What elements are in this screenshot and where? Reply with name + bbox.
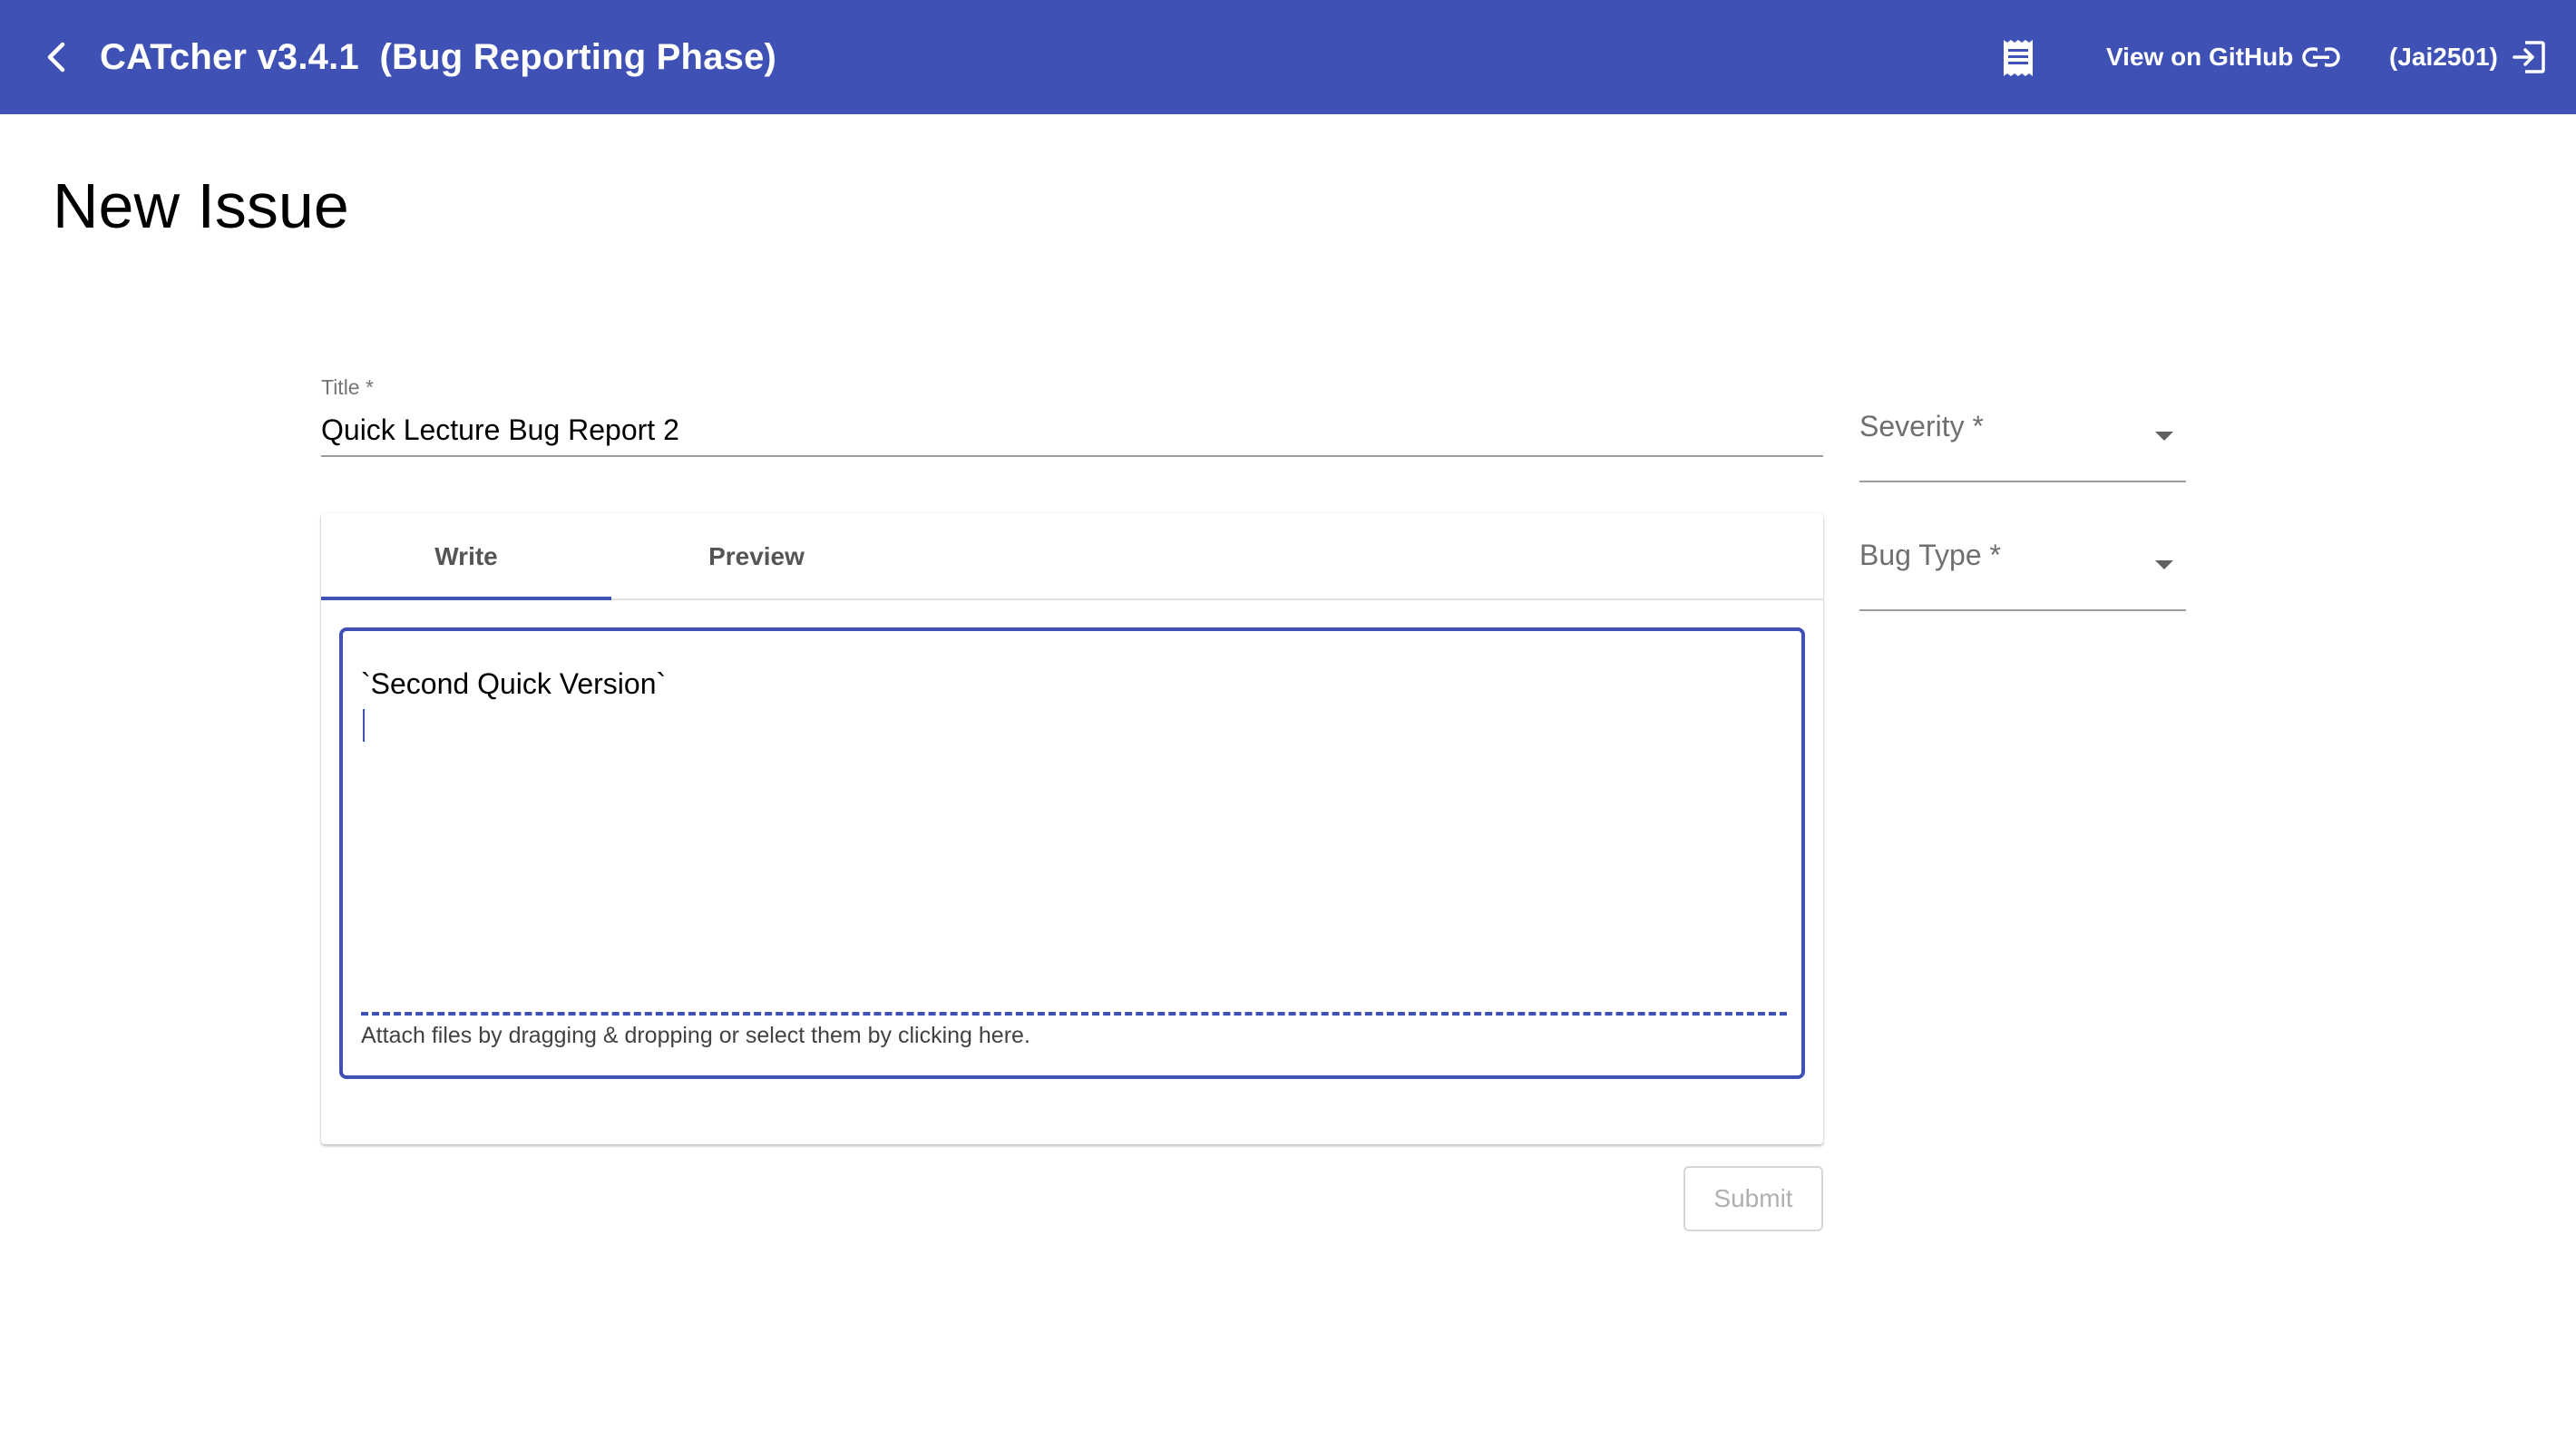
chevron-left-icon [47,42,65,73]
title-input[interactable] [321,408,1823,452]
bug-type-select[interactable]: Bug Type * [1859,539,2186,611]
severity-label: Severity * [1859,410,1984,442]
bug-type-label: Bug Type * [1859,539,2001,571]
submit-button[interactable]: Submit [1683,1166,1823,1231]
page-title: New Issue [53,170,349,241]
active-tab-indicator [321,597,611,600]
text-caret [363,709,365,742]
title-field[interactable]: Title * [321,370,1823,457]
chevron-down-icon [2155,560,2173,569]
logout-icon [2513,41,2545,73]
session-notes-button[interactable] [1995,35,2041,81]
view-on-github-label: View on GitHub [2106,43,2294,71]
dropzone-divider [361,1012,1787,1016]
top-toolbar: CATcher v3.4.1 (Bug Reporting Phase) Vie… [0,0,2576,114]
description-text: `Second Quick Version` [361,667,667,700]
chevron-down-icon [2155,432,2173,441]
tab-write[interactable]: Write [321,513,611,600]
attach-files-dropzone[interactable]: Attach files by dragging & dropping or s… [361,1023,1030,1049]
logout-button[interactable]: (Jai2501) [2389,33,2547,82]
bug-type-underline [1859,609,2186,611]
description-textarea[interactable]: `Second Quick Version` Attach files by d… [339,627,1805,1079]
editor-tabs: Write Preview [321,513,1823,600]
severity-underline [1859,481,2186,482]
description-editor-card: Write Preview `Second Quick Version` Att… [321,513,1823,1144]
receipt-icon [2004,40,2033,76]
username-label: (Jai2501) [2389,43,2498,71]
severity-select[interactable]: Severity * [1859,410,2186,482]
view-on-github-button[interactable]: View on GitHub [2106,34,2341,80]
title-underline [321,455,1823,457]
app-title: CATcher v3.4.1 (Bug Reporting Phase) [100,37,777,77]
link-icon [2302,46,2341,68]
title-label: Title * [321,375,374,399]
back-button[interactable] [34,35,78,79]
tab-preview[interactable]: Preview [611,513,902,600]
